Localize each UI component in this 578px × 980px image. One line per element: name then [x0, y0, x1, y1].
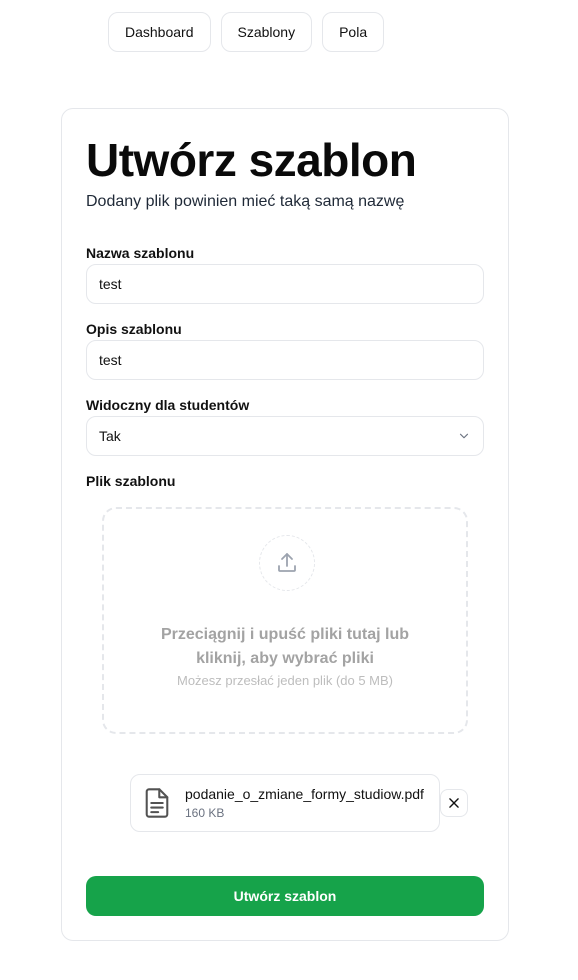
chevron-down-icon — [459, 433, 469, 439]
top-navigation: Dashboard Szablony Pola — [108, 12, 385, 52]
close-icon — [449, 798, 459, 808]
upload-icon-wrapper — [259, 535, 315, 591]
template-name-value: test — [99, 276, 122, 292]
dropzone-text: Przeciągnij i upuść pliki tutaj lub klik… — [160, 626, 410, 667]
create-template-card: Utwórz szablon Dodany plik powinien mieć… — [61, 108, 509, 941]
template-description-label: Opis szablonu — [86, 321, 182, 337]
uploaded-file-info: podanie_o_zmiane_formy_studiow.pdf 160 K… — [185, 786, 424, 820]
visible-for-students-value: Tak — [99, 428, 121, 444]
visible-for-students-select[interactable]: Tak — [86, 416, 484, 456]
template-description-value: test — [99, 352, 122, 368]
uploaded-file-item: podanie_o_zmiane_formy_studiow.pdf 160 K… — [130, 774, 440, 832]
uploaded-file-size: 160 KB — [185, 806, 225, 820]
template-name-label: Nazwa szablonu — [86, 245, 195, 261]
template-file-label: Plik szablonu — [86, 473, 176, 489]
upload-icon — [278, 553, 296, 572]
nav-templates-button[interactable]: Szablony — [220, 12, 313, 52]
page-subtitle: Dodany plik powinien mieć taką samą nazw… — [86, 193, 405, 210]
create-template-button[interactable]: Utwórz szablon — [86, 876, 484, 916]
nav-dashboard-button[interactable]: Dashboard — [108, 12, 211, 52]
file-dropzone[interactable]: Przeciągnij i upuść pliki tutaj lub klik… — [102, 507, 468, 734]
remove-file-button[interactable] — [440, 789, 468, 817]
dropzone-hint: Możesz przesłać jeden plik (do 5 MB) — [176, 673, 394, 688]
file-text-icon — [145, 788, 169, 818]
page-title: Utwórz szablon — [86, 134, 417, 186]
uploaded-file-name: podanie_o_zmiane_formy_studiow.pdf — [185, 786, 424, 802]
template-name-input[interactable]: test — [86, 264, 484, 304]
nav-fields-button[interactable]: Pola — [322, 12, 385, 52]
template-description-input[interactable]: test — [86, 340, 484, 380]
visible-for-students-label: Widoczny dla studentów — [86, 397, 250, 413]
